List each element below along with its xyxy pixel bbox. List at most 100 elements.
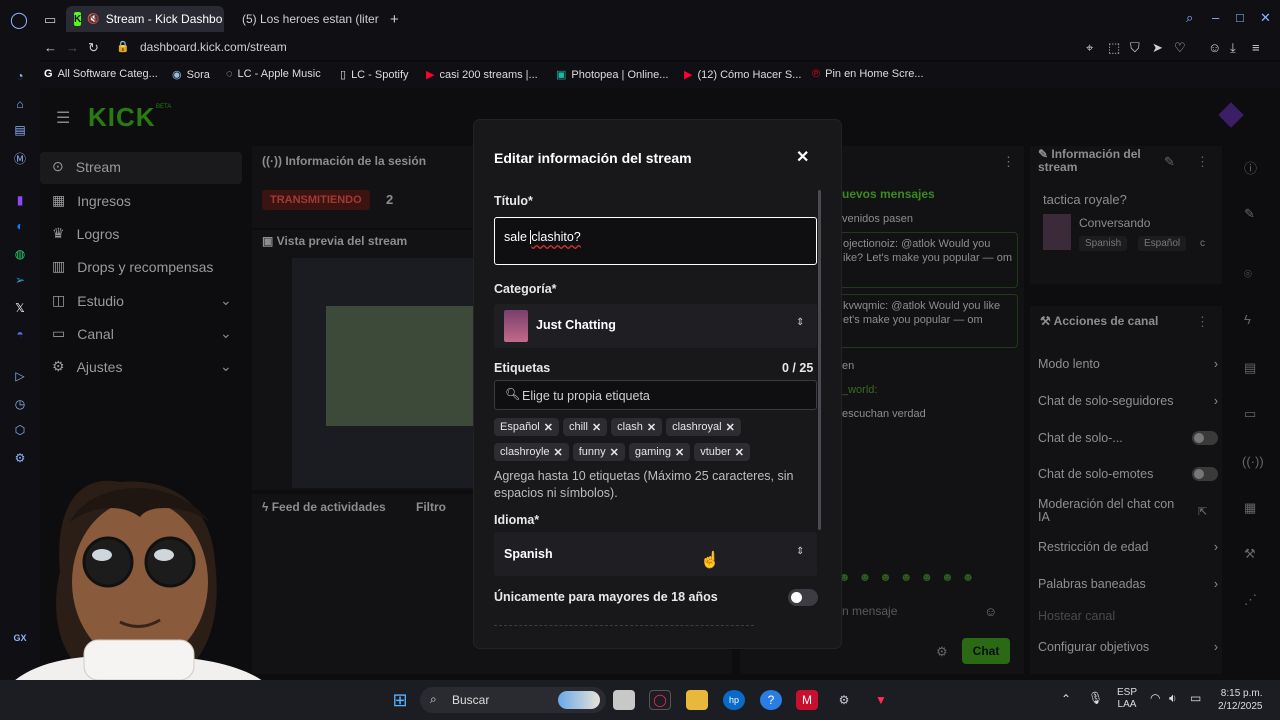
wifi-icon[interactable]: ◠: [1150, 691, 1160, 705]
extensions-icon[interactable]: ⬡: [12, 422, 28, 438]
shield-icon[interactable]: ⛉: [1130, 40, 1140, 56]
remove-tag-icon[interactable]: ✕: [735, 446, 744, 459]
tab-youtube[interactable]: (5) Los heroes estan (liter: [228, 6, 380, 32]
tag-chip[interactable]: Español ✕: [494, 418, 559, 436]
hamburger-menu-icon[interactable]: ☰: [56, 108, 70, 128]
action-ai-moderation[interactable]: Moderación del chat con IA: [1038, 498, 1188, 524]
account-icon[interactable]: ☺: [1208, 40, 1221, 55]
tag-chip[interactable]: funny ✕: [572, 443, 625, 461]
nav-ajustes[interactable]: ⚙ Ajustes ⌄: [52, 358, 232, 375]
gx-cleaner-icon[interactable]: ▤: [12, 122, 28, 138]
workspace-icon[interactable]: ▭: [44, 12, 56, 28]
language-select[interactable]: Spanish ⇕: [494, 532, 817, 576]
menu-icon[interactable]: ≡: [1252, 40, 1260, 55]
nav-logros[interactable]: ♛ Logros: [52, 225, 119, 242]
download-icon[interactable]: ⤓: [1230, 40, 1236, 56]
toggle-switch[interactable]: [1192, 431, 1218, 445]
mcafee-icon[interactable]: M: [796, 690, 818, 710]
remove-tag-icon[interactable]: ✕: [675, 446, 684, 459]
help-icon[interactable]: ?: [760, 690, 782, 710]
microphone-icon[interactable]: 🎙︎: [1088, 691, 1103, 705]
chat-more-icon[interactable]: ⋮: [1002, 154, 1015, 170]
info-rail-icon[interactable]: ⓘ: [1244, 158, 1257, 177]
bolt-rail-icon[interactable]: ϟ: [1244, 312, 1251, 327]
search-icon[interactable]: ⌕: [1186, 10, 1193, 26]
emoji-icon[interactable]: ☺: [984, 604, 997, 619]
hp-icon[interactable]: hp: [723, 690, 745, 710]
gx-corner-icon[interactable]: ◔: [12, 68, 28, 84]
bookmark-6[interactable]: ▣ Photopea | Online...: [556, 68, 668, 82]
close-icon[interactable]: ✕: [796, 147, 809, 167]
tag-chip[interactable]: vtuber ✕: [694, 443, 750, 461]
tag-chip[interactable]: clashroyle ✕: [494, 443, 569, 461]
broadcast-rail-icon[interactable]: ((·)): [1242, 454, 1264, 469]
tag-chip[interactable]: chill ✕: [562, 418, 608, 436]
kick-logo[interactable]: KICK: [88, 102, 156, 133]
x-icon[interactable]: 𝕏: [12, 300, 28, 316]
action-age-restriction[interactable]: Restricción de edad ›: [1038, 540, 1218, 554]
camera-rail-icon[interactable]: ⌾: [1244, 266, 1252, 282]
taskbar-search[interactable]: ⌕ Buscar: [420, 687, 606, 713]
messenger-icon[interactable]: ◐: [12, 218, 28, 234]
action-followers-only[interactable]: Chat de solo-seguidores ›: [1038, 394, 1218, 408]
toggle-switch[interactable]: [1192, 467, 1218, 481]
remove-tag-icon[interactable]: ✕: [610, 446, 619, 459]
language-indicator[interactable]: ESP LAA: [1117, 687, 1137, 711]
back-icon[interactable]: ←: [44, 40, 57, 55]
snapshot-icon[interactable]: ⬚: [1108, 40, 1120, 56]
action-emotes-only[interactable]: Chat de solo-emotes: [1038, 467, 1218, 481]
action-banned-words[interactable]: Palabras baneadas ›: [1038, 577, 1218, 591]
doc-rail-icon[interactable]: ▤: [1244, 360, 1256, 376]
tag-chip[interactable]: gaming ✕: [628, 443, 691, 461]
opera-gx-logo-icon[interactable]: ◯: [10, 10, 28, 30]
bookmark-5[interactable]: ▶ casi 200 streams |...: [426, 68, 538, 82]
category-select[interactable]: Just Chatting ⇕: [494, 304, 817, 348]
action-configure-goals[interactable]: Configurar objetivos ›: [1038, 640, 1218, 654]
file-explorer-icon[interactable]: [686, 690, 708, 710]
gx-tray-icon[interactable]: ▼: [870, 690, 892, 710]
filter-button[interactable]: Filtro: [416, 500, 446, 514]
close-window-icon[interactable]: ✕: [1260, 10, 1271, 26]
player-icon[interactable]: ▷: [12, 368, 28, 384]
edit-pencil-icon[interactable]: ✎: [1164, 154, 1175, 170]
nav-canal[interactable]: ▭ Canal ⌄: [52, 325, 232, 342]
wrench-rail-icon[interactable]: ⚒: [1244, 546, 1256, 562]
maximize-icon[interactable]: □: [1236, 10, 1244, 25]
pen-rail-icon[interactable]: ✎: [1244, 206, 1255, 222]
windows-start-icon[interactable]: ⊞: [389, 690, 411, 710]
pin-icon[interactable]: ⌖: [1086, 40, 1093, 56]
adult-toggle[interactable]: [788, 589, 818, 606]
stream-preview-video[interactable]: [292, 258, 476, 488]
twitch-icon[interactable]: ▮: [12, 192, 28, 208]
whatsapp-icon[interactable]: ◍: [12, 246, 28, 262]
modal-scrollbar[interactable]: [818, 190, 821, 530]
action-subs-only[interactable]: Chat de solo-...: [1038, 431, 1218, 445]
reload-icon[interactable]: ↻: [88, 40, 99, 56]
minimize-icon[interactable]: –: [1212, 10, 1219, 25]
tab-kick-dashboard[interactable]: K 🔇 Stream - Kick Dashbo: [66, 6, 224, 32]
chat-rail-icon[interactable]: ▭: [1244, 406, 1256, 422]
layout-rail-icon[interactable]: ▦: [1244, 500, 1256, 516]
audio-muted-icon[interactable]: 🔇: [87, 14, 99, 25]
bookmark-4[interactable]: ▯ LC - Spotify: [340, 68, 409, 82]
nav-drops[interactable]: ▥ Drops y recompensas: [52, 258, 213, 275]
bookmark-3[interactable]: ◌ LC - Apple Music: [226, 68, 321, 80]
bookmark-7[interactable]: ▶ (12) Cómo Hacer S...: [684, 68, 801, 82]
telegram-icon[interactable]: ➢: [12, 272, 28, 288]
app-icon[interactable]: ⚙: [833, 690, 855, 710]
remove-tag-icon[interactable]: ✕: [647, 421, 656, 434]
nav-stream[interactable]: ⊙ Stream: [52, 158, 121, 175]
clock[interactable]: 8:15 p.m. 2/12/2025: [1218, 687, 1263, 713]
remove-tag-icon[interactable]: ✕: [544, 421, 553, 434]
actions-more-icon[interactable]: ⋮: [1196, 314, 1209, 330]
history-icon[interactable]: ◷: [12, 396, 28, 412]
action-host-channel[interactable]: Hostear canal: [1038, 609, 1218, 623]
gx-tracker-icon[interactable]: Ⓜ: [12, 150, 28, 166]
send-icon[interactable]: ➤: [1152, 40, 1163, 56]
battery-icon[interactable]: ▭: [1190, 691, 1201, 705]
new-messages-banner[interactable]: uevos mensajes: [842, 187, 935, 201]
emote-bar[interactable]: ☻☻☻☻☻☻☻: [838, 570, 1014, 586]
opera-gx-taskbar-icon[interactable]: ◯: [649, 690, 671, 710]
bookmark-1[interactable]: G All Software Categ...: [44, 68, 158, 80]
remove-tag-icon[interactable]: ✕: [592, 421, 601, 434]
